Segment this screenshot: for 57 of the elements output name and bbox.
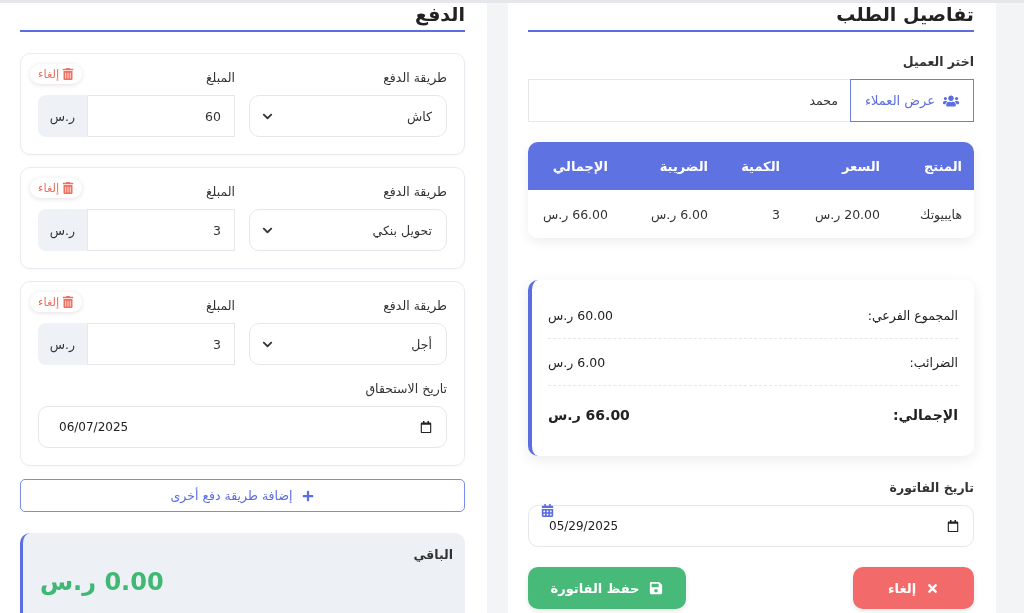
field-label: تاريخ الفاتورة xyxy=(888,480,974,495)
remaining-value: 0.00 ر.س xyxy=(40,568,165,596)
customer-field[interactable]: محمد xyxy=(528,79,850,122)
section-title: الدفع xyxy=(20,3,465,32)
save-icon xyxy=(649,581,664,595)
table-cell-text: هايبيوتك xyxy=(919,206,962,222)
select-value: أجل xyxy=(411,336,432,352)
method-select[interactable]: تحويل بنكي xyxy=(249,209,447,251)
remaining-label: الباقي xyxy=(412,547,453,562)
currency-addon: ر.س xyxy=(38,95,87,137)
field-label: تاريخ الاستحقاق xyxy=(364,381,447,396)
summary-label: الضرائب: xyxy=(909,354,958,370)
field-label: المبلغ xyxy=(205,183,235,199)
summary-value: 60.00 ر.س xyxy=(548,307,614,323)
calendar-icon xyxy=(947,520,959,532)
date-value: 05/29/2025 xyxy=(549,519,619,533)
method-select[interactable]: كاش xyxy=(249,95,447,137)
plus-icon xyxy=(302,489,315,502)
trash-icon xyxy=(62,296,75,308)
invoice-date-field[interactable]: 05/29/2025 xyxy=(528,505,974,547)
column-header: الكمية xyxy=(740,158,780,174)
amount-field[interactable]: 3 xyxy=(87,209,235,251)
trash-icon xyxy=(62,182,75,194)
close-icon xyxy=(926,581,940,595)
amount-field[interactable]: 60 xyxy=(87,95,235,137)
table-cell-text: 3 xyxy=(771,206,780,222)
trash-icon xyxy=(62,68,75,80)
currency-addon: ر.س xyxy=(38,209,87,251)
method-select[interactable]: أجل xyxy=(249,323,447,365)
summary-value: 66.00 ر.س xyxy=(548,407,630,423)
summary-label: الإجمالي: xyxy=(893,407,958,423)
customers-button[interactable]: عرض العملاء xyxy=(850,79,974,122)
summary-value: 6.00 ر.س xyxy=(548,354,606,370)
table-cell-text: 20.00 ر.س xyxy=(813,206,880,222)
field-label: المبلغ xyxy=(205,69,235,85)
calendar-icon xyxy=(541,504,554,517)
column-header: الضريبة xyxy=(658,158,708,174)
field-label: المبلغ xyxy=(205,297,235,313)
add-payment-button[interactable]: إضافة طريقة دفع أخرى xyxy=(20,479,465,512)
select-value: تحويل بنكي xyxy=(372,222,432,238)
column-header: المنتج xyxy=(922,158,962,174)
date-value: 06/07/2025 xyxy=(59,420,129,434)
table-cell-text: 6.00 ر.س xyxy=(649,206,708,222)
field-label: طريقة الدفع xyxy=(383,297,447,313)
field-label: طريقة الدفع xyxy=(383,183,447,199)
column-header: الإجمالي xyxy=(551,158,608,174)
select-value: كاش xyxy=(406,108,432,124)
field-label: اختر العميل xyxy=(901,54,974,69)
due-date-field[interactable]: 06/07/2025 xyxy=(38,406,447,448)
calendar-icon xyxy=(420,421,432,433)
field-label: طريقة الدفع xyxy=(383,69,447,85)
amount-field[interactable]: 3 xyxy=(87,323,235,365)
section-title: تفاصيل الطلب xyxy=(528,3,974,32)
summary-label: المجموع الفرعي: xyxy=(867,307,958,323)
column-header: السعر xyxy=(840,158,880,174)
table-cell-text: 66.00 ر.س xyxy=(541,206,608,222)
currency-addon: ر.س xyxy=(38,323,87,365)
